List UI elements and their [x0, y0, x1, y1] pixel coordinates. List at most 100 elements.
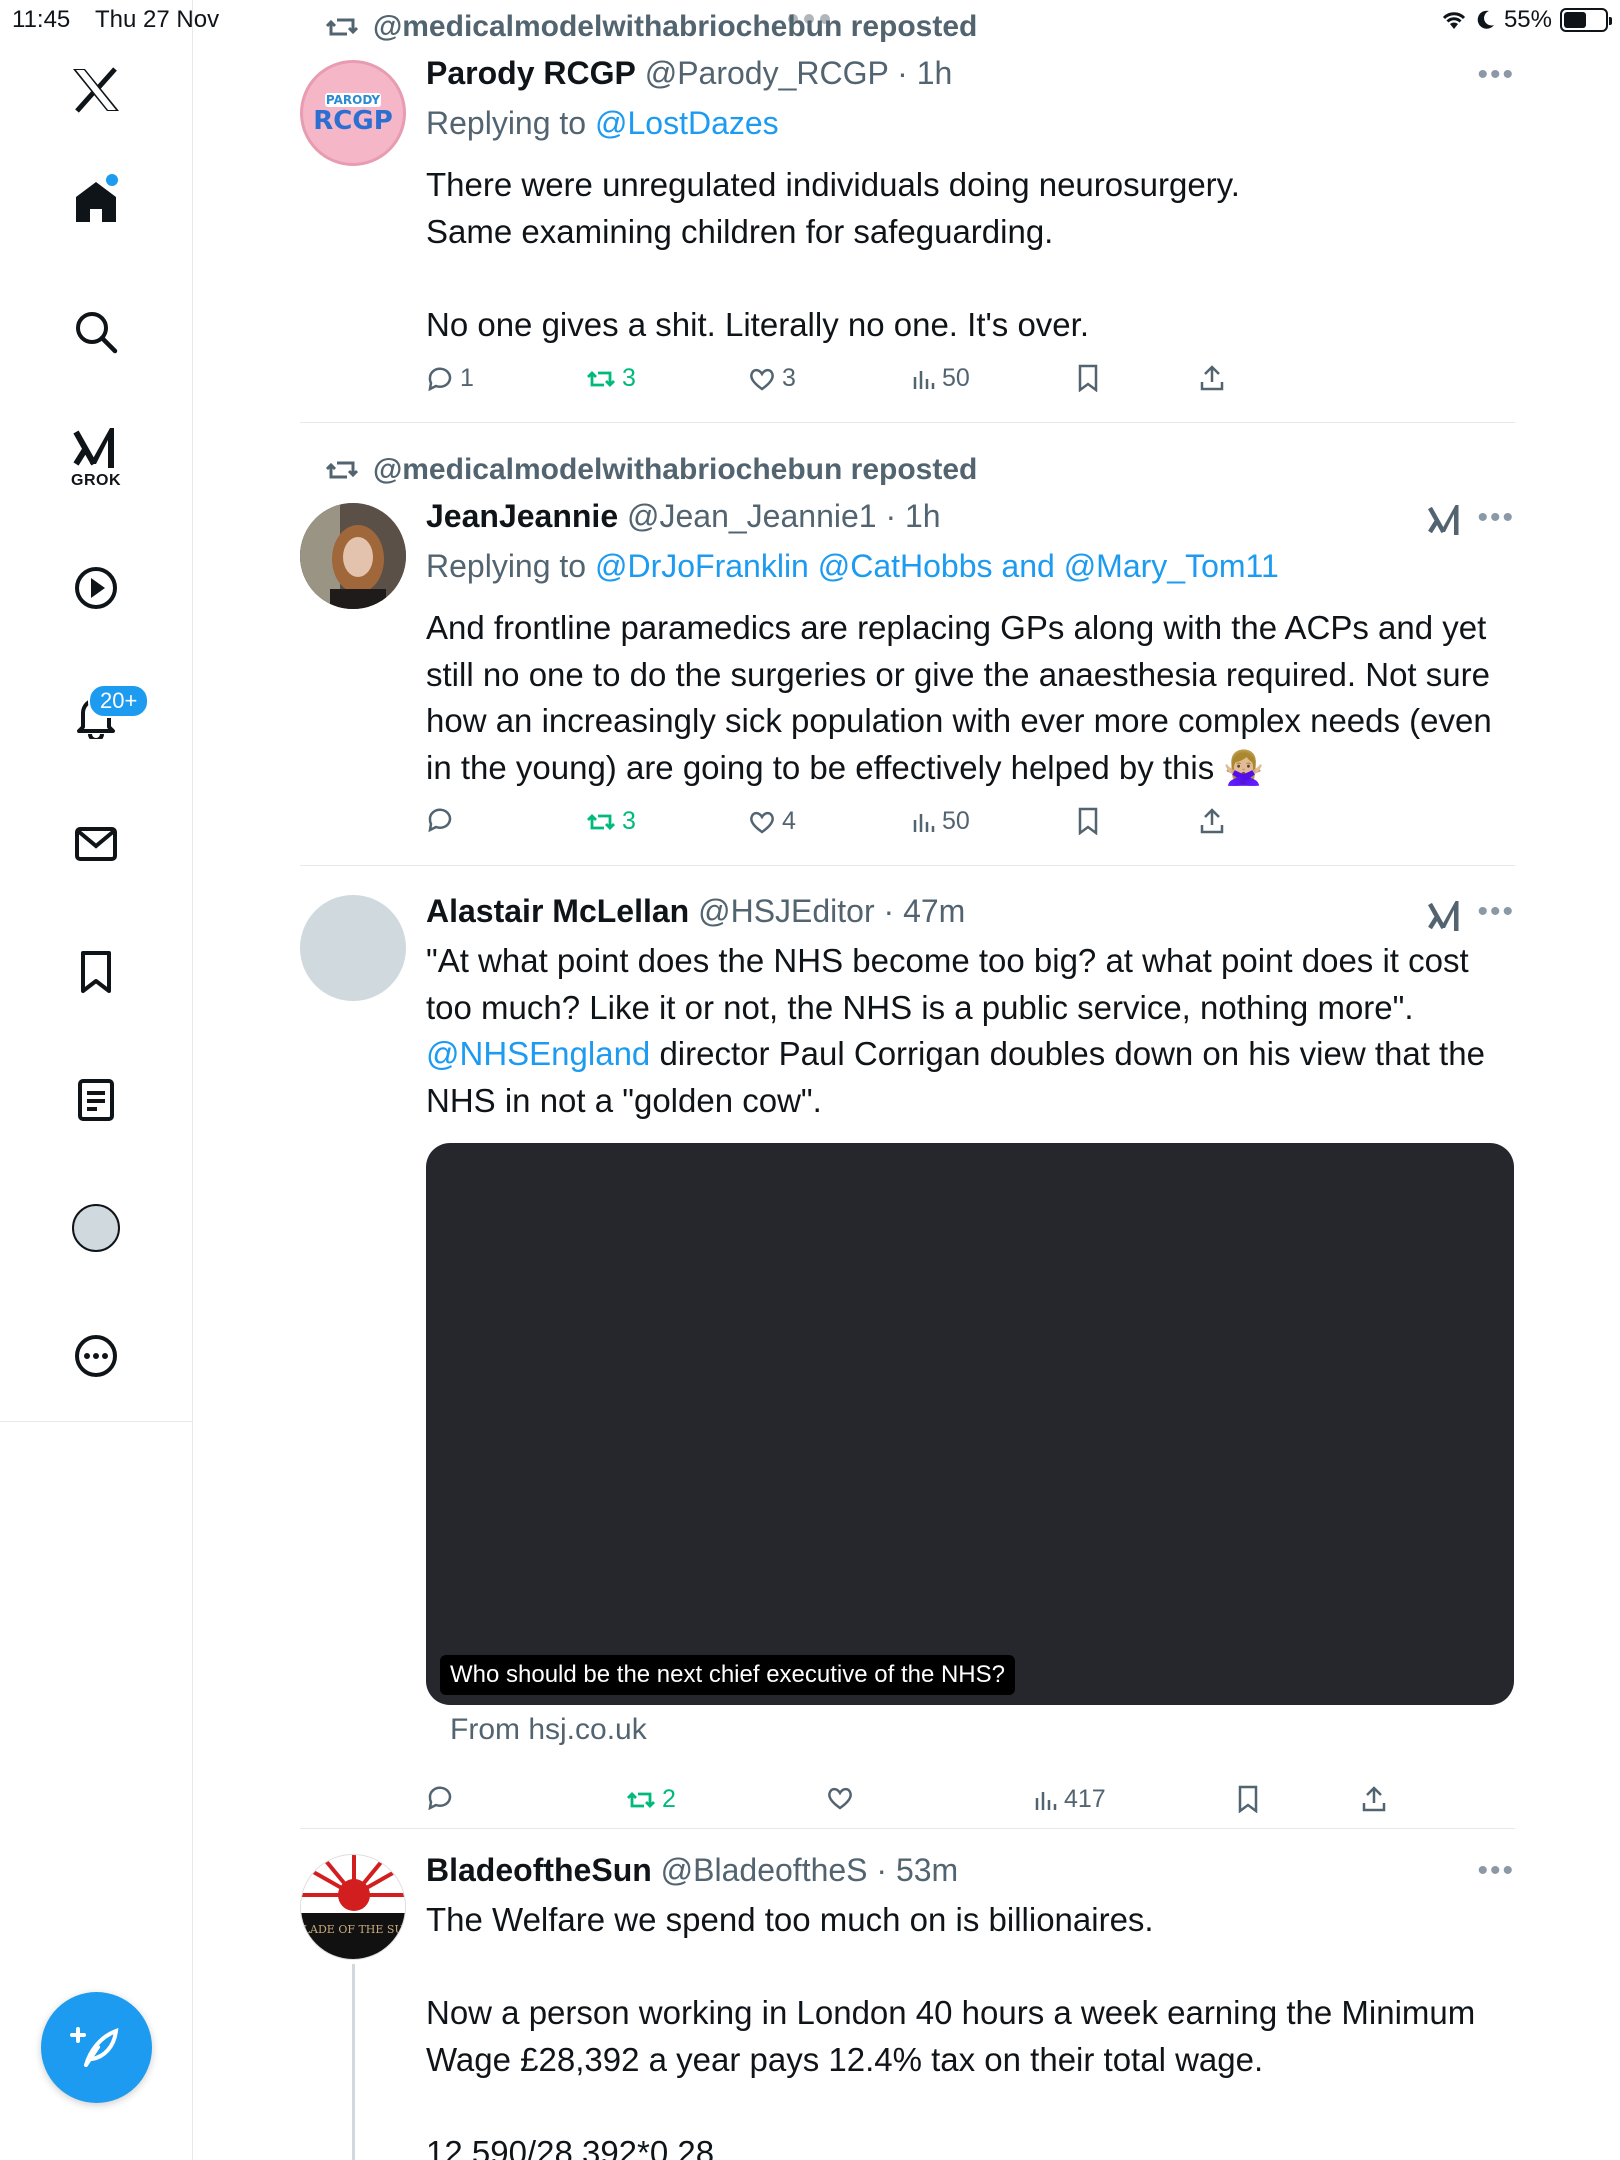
author-handle-time: @Jean_Jeannie1 · 1h	[627, 498, 941, 534]
bookmark-icon	[1238, 1785, 1258, 1813]
reply-count: 1	[460, 364, 474, 392]
share-button[interactable]	[1361, 1785, 1387, 1813]
divider	[300, 865, 1515, 866]
divider	[300, 422, 1515, 423]
repost-icon	[587, 813, 615, 830]
tweet-header: Alastair McLellan @HSJEditor · 47m	[426, 893, 965, 930]
author-name[interactable]: BladeoftheSun	[426, 1852, 652, 1888]
like-button[interactable]: 4	[748, 807, 796, 836]
x-logo-icon[interactable]	[48, 42, 144, 138]
avatar-parody-text: PARODY	[326, 93, 381, 107]
battery-percent: 55%	[1503, 6, 1552, 33]
repost-icon	[325, 461, 359, 479]
tweet-header: Parody RCGP @Parody_RCGP · 1h	[426, 55, 952, 92]
replying-to: Replying to @LostDazes	[426, 105, 779, 142]
more-icon[interactable]	[48, 1308, 144, 1404]
more-options-icon[interactable]: •••	[1477, 1854, 1515, 1888]
like-count: 3	[782, 364, 796, 392]
like-count: 4	[782, 807, 796, 835]
grok-icon[interactable]: GROK	[48, 410, 144, 506]
reply-mention-link[interactable]: @LostDazes	[595, 105, 779, 141]
share-button[interactable]	[1199, 807, 1225, 835]
more-options-icon[interactable]: •••	[1477, 501, 1515, 535]
video-icon[interactable]	[48, 540, 144, 636]
share-icon	[1200, 365, 1224, 391]
search-icon[interactable]	[48, 284, 144, 380]
share-button[interactable]	[1199, 364, 1225, 392]
bookmark-button[interactable]	[1076, 807, 1100, 835]
profile-avatar[interactable]	[48, 1180, 144, 1276]
reply-button[interactable]	[426, 1785, 460, 1811]
mention-link[interactable]: @NHSEngland	[426, 1035, 650, 1072]
avatar-rcgp-text: RCGP	[313, 106, 393, 136]
views-icon	[913, 813, 935, 832]
share-icon	[1200, 808, 1224, 834]
views-button[interactable]: 417	[1034, 1785, 1106, 1814]
bookmark-icon[interactable]	[48, 924, 144, 1020]
like-button[interactable]: 3	[748, 364, 796, 393]
tweet-text: There were unregulated individuals doing…	[426, 166, 1240, 343]
avatar[interactable]: PARODY RCGP	[300, 60, 406, 166]
avatar[interactable]	[300, 895, 406, 1001]
tweet-text: And frontline paramedics are replacing G…	[426, 609, 1492, 786]
grok-icon[interactable]	[1427, 503, 1463, 537]
avatar[interactable]	[300, 503, 406, 609]
views-button[interactable]: 50	[912, 364, 970, 393]
bookmark-icon	[1078, 807, 1098, 835]
tweet-text: "At what point does the NHS become too b…	[426, 938, 1516, 1124]
repost-button[interactable]: 3	[586, 807, 636, 836]
replying-to: Replying to @DrJoFranklin @CatHobbs and …	[426, 548, 1279, 585]
bookmark-button[interactable]	[1236, 1785, 1260, 1813]
list-icon[interactable]	[48, 1052, 144, 1148]
view-count: 417	[1064, 1785, 1106, 1813]
home-icon[interactable]	[48, 154, 144, 250]
wifi-icon	[1442, 12, 1466, 29]
compose-feather-icon[interactable]	[41, 1992, 152, 2103]
tweet-header: JeanJeannie @Jean_Jeannie1 · 1h	[426, 498, 941, 535]
view-count: 50	[942, 364, 970, 392]
repost-icon	[627, 1791, 655, 1808]
author-name[interactable]: Parody RCGP	[426, 55, 636, 91]
views-button[interactable]: 50	[912, 807, 970, 836]
tweet-text: The Welfare we spend too much on is bill…	[426, 1901, 1476, 2160]
reply-button[interactable]: 1	[426, 364, 474, 393]
reply-icon	[428, 367, 452, 391]
repost-label: @medicalmodelwithabriochebun reposted	[373, 453, 978, 486]
avatar[interactable]: BLADE OF THE SUN	[300, 1854, 406, 1960]
author-name[interactable]: Alastair McLellan	[426, 893, 689, 929]
heart-icon	[750, 368, 774, 391]
media-caption: Who should be the next chief executive o…	[440, 1655, 1015, 1695]
repost-button[interactable]: 3	[586, 364, 636, 393]
author-handle-time: @Parody_RCGP · 1h	[644, 55, 953, 91]
more-options-icon[interactable]: •••	[1477, 895, 1515, 929]
link-source[interactable]: From hsj.co.uk	[450, 1713, 647, 1747]
repost-line: @medicalmodelwithabriochebun reposted	[325, 10, 978, 44]
more-options-icon[interactable]: •••	[1477, 58, 1515, 92]
reply-button[interactable]	[426, 807, 460, 833]
replying-prefix: Replying to	[426, 105, 595, 141]
repost-button[interactable]: 2	[626, 1785, 676, 1814]
repost-label: @medicalmodelwithabriochebun reposted	[373, 10, 978, 43]
bookmark-icon	[1078, 364, 1098, 392]
view-count: 50	[942, 807, 970, 835]
repost-count: 3	[622, 807, 636, 835]
grok-icon[interactable]	[1427, 899, 1463, 933]
grok-label: GROK	[71, 472, 121, 489]
moon-icon	[1477, 10, 1494, 29]
like-button[interactable]	[826, 1785, 860, 1811]
tweet-header: BladeoftheSun @BladeoftheS · 53m	[426, 1852, 958, 1889]
home-notification-dot	[106, 174, 118, 186]
repost-icon	[325, 18, 359, 36]
author-name[interactable]: JeanJeannie	[426, 498, 618, 534]
repost-count: 3	[622, 364, 636, 392]
repost-count: 2	[662, 1785, 676, 1813]
mail-icon[interactable]	[48, 796, 144, 892]
author-handle-time: @BladeoftheS · 53m	[660, 1852, 959, 1888]
reply-icon	[428, 1786, 452, 1811]
reply-mention-link[interactable]: @DrJoFranklin @CatHobbs and @Mary_Tom11	[595, 548, 1279, 584]
divider	[300, 1828, 1515, 1829]
bookmark-button[interactable]	[1076, 364, 1100, 392]
media-card[interactable]: Who should be the next chief executive o…	[426, 1143, 1514, 1705]
thread-line	[352, 1964, 355, 2160]
tweet-text-part: "At what point does the NHS become too b…	[426, 942, 1469, 1026]
